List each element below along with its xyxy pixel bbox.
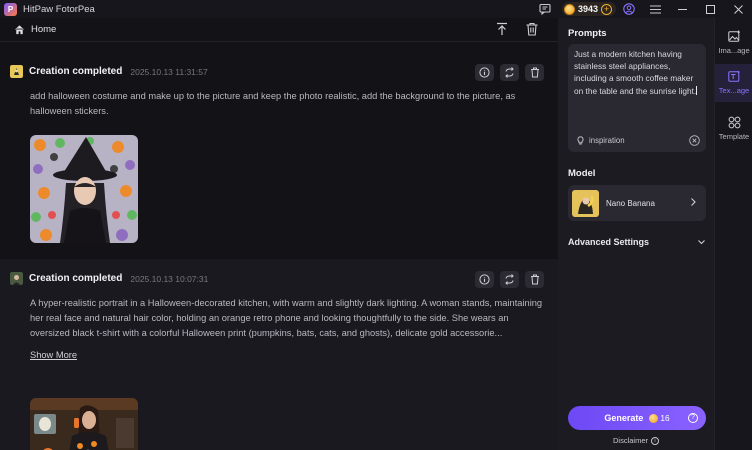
minimize-button[interactable] bbox=[668, 0, 696, 18]
credits-badge[interactable]: 3943 + bbox=[561, 2, 616, 16]
creation-feed[interactable]: Creation completed 2025.10.13 11:31:57 a… bbox=[0, 43, 558, 450]
generation-panel: Prompts Just a modern kitchen having sta… bbox=[558, 18, 714, 450]
model-name: Nano Banana bbox=[606, 198, 655, 208]
lightbulb-icon bbox=[577, 136, 584, 145]
credit-count: 3943 bbox=[577, 4, 598, 14]
app-title: HitPaw FotorPea bbox=[23, 3, 95, 15]
menu-icon[interactable] bbox=[648, 2, 662, 16]
add-credits-icon[interactable]: + bbox=[601, 3, 612, 15]
info-button[interactable] bbox=[475, 64, 494, 81]
regenerate-button[interactable] bbox=[500, 64, 519, 81]
maximize-button[interactable] bbox=[696, 0, 724, 18]
image-icon bbox=[727, 30, 740, 42]
app-logo: P bbox=[4, 2, 17, 16]
prompt-input[interactable]: Just a modern kitchen having stainless s… bbox=[568, 44, 706, 152]
creation-thumbnail-icon bbox=[10, 272, 23, 285]
generate-button[interactable]: Generate 16 ? bbox=[568, 406, 706, 430]
delete-button[interactable] bbox=[525, 271, 544, 288]
account-icon[interactable] bbox=[622, 2, 636, 16]
regenerate-button[interactable] bbox=[500, 271, 519, 288]
clear-prompt-icon[interactable] bbox=[689, 135, 700, 146]
generated-image-kitchen[interactable] bbox=[30, 398, 138, 450]
title-bar: P HitPaw FotorPea 3943 + bbox=[0, 0, 752, 18]
generate-label: Generate bbox=[604, 413, 644, 423]
model-thumbnail bbox=[572, 189, 599, 217]
advanced-settings-label: Advanced Settings bbox=[568, 237, 650, 247]
feed-header: Home bbox=[0, 18, 558, 42]
disclaimer-link[interactable]: Disclaimer i bbox=[558, 436, 714, 445]
generate-cost: 16 bbox=[660, 413, 670, 423]
model-label: Model bbox=[568, 168, 596, 179]
delete-button[interactable] bbox=[525, 64, 544, 81]
rail-item-image-to-image[interactable]: Ima...age bbox=[715, 26, 752, 62]
prompt-input-text: Just a modern kitchen having stainless s… bbox=[574, 49, 697, 96]
export-button[interactable] bbox=[494, 21, 510, 37]
info-icon: i bbox=[651, 436, 659, 445]
coin-icon bbox=[649, 413, 659, 423]
model-selector[interactable]: Nano Banana bbox=[568, 185, 706, 221]
creation-card: Creation completed 2025.10.13 11:31:57 a… bbox=[0, 43, 558, 259]
prompts-label: Prompts bbox=[568, 28, 607, 39]
card-title: Creation completed bbox=[29, 273, 123, 284]
home-icon[interactable] bbox=[14, 24, 25, 35]
rail-item-text-to-image[interactable]: Tex...age bbox=[715, 64, 752, 102]
home-link[interactable]: Home bbox=[31, 24, 56, 35]
mode-rail: Ima...age Tex...age Template bbox=[714, 18, 752, 450]
disclaimer-label: Disclaimer bbox=[612, 436, 648, 445]
creation-thumbnail-icon bbox=[10, 65, 23, 78]
rail-item-label: Tex...age bbox=[718, 86, 750, 95]
creation-card: Creation completed 2025.10.13 10:07:31 A… bbox=[0, 259, 558, 450]
inspiration-label: inspiration bbox=[589, 136, 625, 145]
help-icon[interactable]: ? bbox=[688, 413, 698, 423]
text-to-image-icon bbox=[727, 70, 740, 82]
template-icon bbox=[728, 116, 740, 129]
feedback-icon[interactable] bbox=[538, 2, 552, 16]
text-cursor bbox=[696, 85, 698, 95]
chevron-down-icon bbox=[698, 240, 705, 245]
card-date: 2025.10.13 11:31:57 bbox=[130, 66, 208, 77]
prompt-text: A hyper-realistic portrait in a Hallowee… bbox=[30, 298, 543, 338]
chevron-right-icon bbox=[691, 198, 696, 206]
info-button[interactable] bbox=[475, 271, 494, 288]
inspiration-button[interactable]: inspiration bbox=[576, 136, 625, 145]
rail-item-template[interactable]: Template bbox=[715, 112, 752, 148]
delete-all-button[interactable] bbox=[524, 21, 540, 37]
advanced-settings-toggle[interactable]: Advanced Settings bbox=[568, 237, 706, 247]
close-button[interactable] bbox=[724, 0, 752, 18]
rail-item-label: Template bbox=[718, 132, 750, 141]
card-date: 2025.10.13 10:07:31 bbox=[130, 273, 209, 284]
card-title: Creation completed bbox=[29, 66, 123, 77]
prompt-text: add halloween costume and make up to the… bbox=[30, 91, 516, 116]
rail-item-label: Ima...age bbox=[718, 46, 750, 55]
show-more-link[interactable]: Show More bbox=[30, 350, 77, 360]
generated-image-witch[interactable] bbox=[30, 135, 138, 243]
coin-icon bbox=[563, 3, 575, 15]
